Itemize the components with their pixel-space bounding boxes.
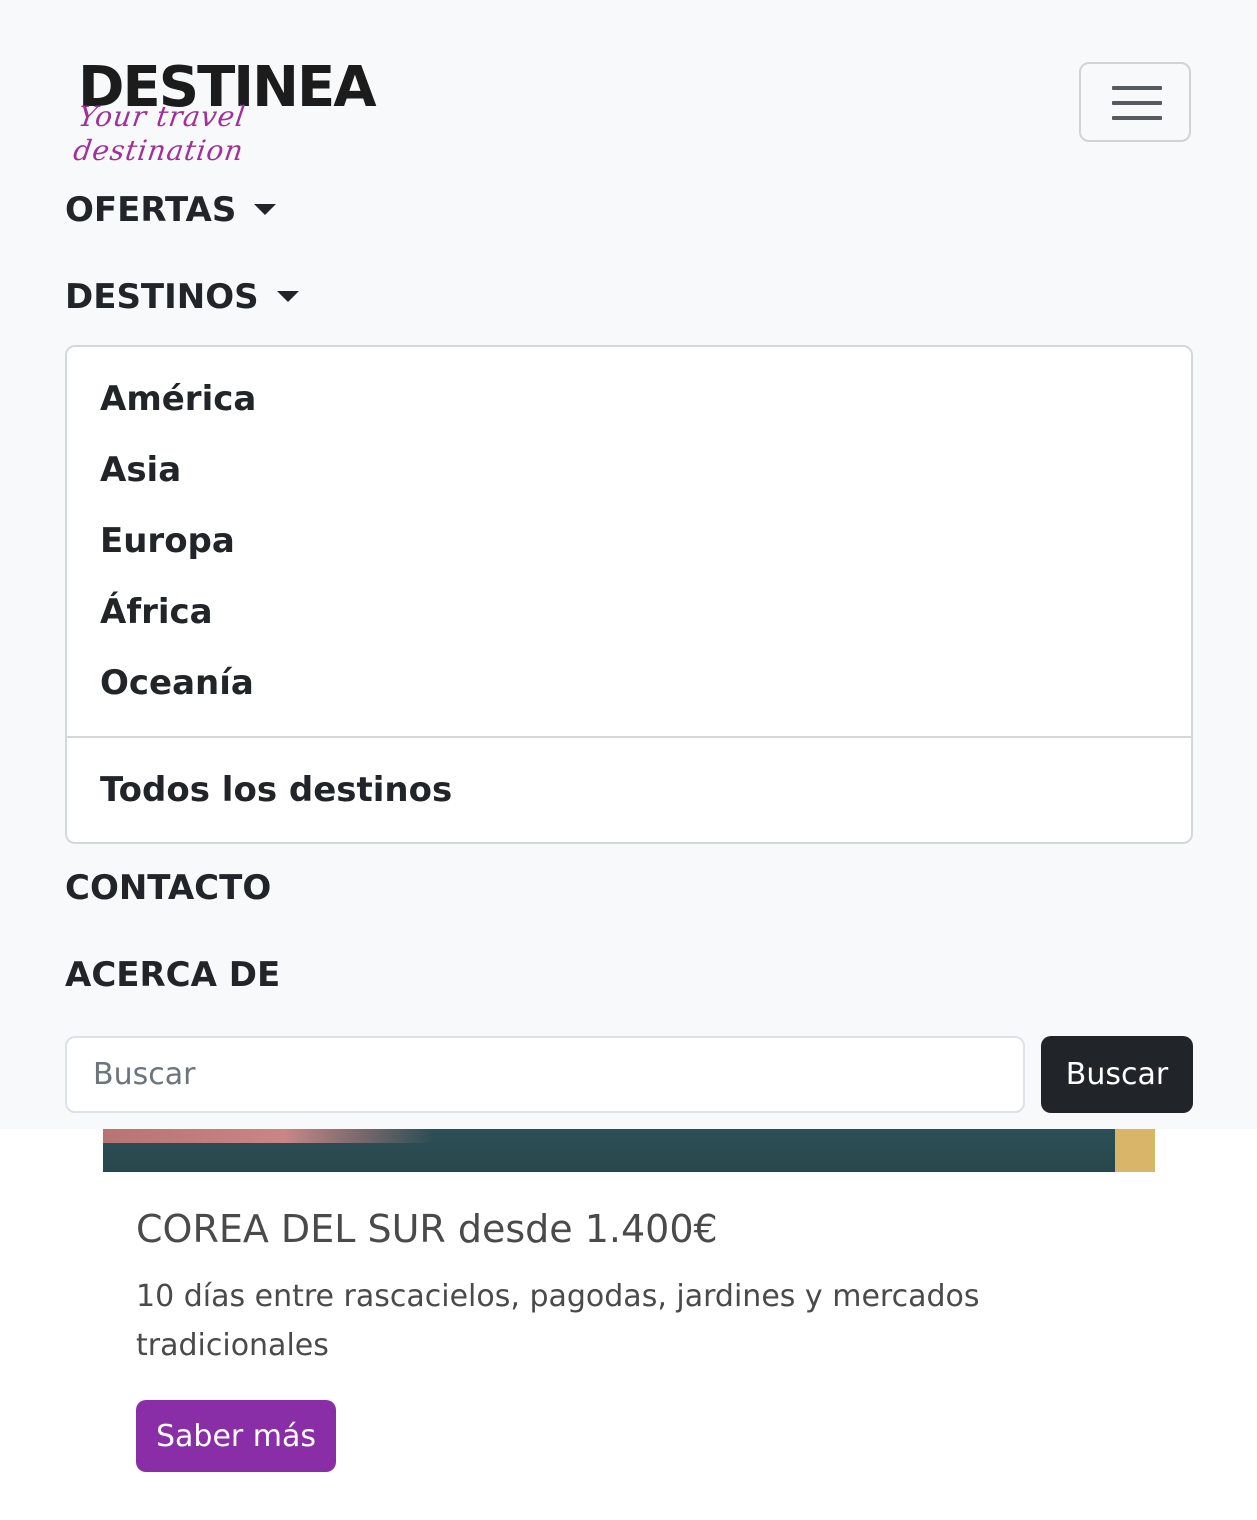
search-input[interactable]	[65, 1036, 1025, 1113]
dropdown-item-asia[interactable]: Asia	[100, 450, 181, 490]
nav-item-destinos[interactable]: DESTINOS	[65, 277, 299, 317]
card-title: COREA DEL SUR desde 1.400€	[136, 1207, 718, 1251]
card-image	[103, 1129, 1155, 1172]
hamburger-icon-line	[1112, 101, 1162, 105]
nav-item-label: ACERCA DE	[65, 955, 281, 995]
card-image-highlight	[103, 1129, 433, 1143]
nav-item-label: DESTINOS	[65, 277, 259, 317]
nav-item-label: CONTACTO	[65, 868, 272, 908]
saber-mas-button[interactable]: Saber más	[136, 1400, 336, 1472]
dropdown-item-todos-los-destinos[interactable]: Todos los destinos	[100, 770, 452, 810]
card-text: 10 días entre rascacielos, pagodas, jard…	[136, 1279, 980, 1363]
caret-down-icon	[254, 204, 277, 215]
hamburger-icon	[1112, 86, 1162, 90]
dropdown-item-africa[interactable]: África	[100, 592, 213, 632]
caret-down-icon	[276, 291, 299, 302]
nav-item-contacto[interactable]: CONTACTO	[65, 868, 271, 908]
navbar: DESTINEA Your travel destination OFERTAS…	[0, 0, 1257, 1129]
dropdown-item-europa[interactable]: Europa	[100, 521, 235, 561]
nav-item-ofertas[interactable]: OFERTAS	[65, 190, 277, 230]
search-button[interactable]: Buscar	[1041, 1036, 1193, 1113]
dropdown-divider	[67, 736, 1191, 738]
brand-logo[interactable]: DESTINEA Your travel destination	[64, 56, 384, 168]
navbar-toggler-button[interactable]	[1079, 62, 1191, 142]
nav-item-acerca-de[interactable]: ACERCA DE	[65, 955, 280, 995]
card-image-sign	[1115, 1129, 1155, 1172]
destinos-dropdown-menu: América Asia Europa África Oceanía Todos…	[65, 345, 1193, 844]
nav-item-label: OFERTAS	[65, 190, 237, 230]
hamburger-icon-line	[1112, 116, 1162, 120]
dropdown-item-oceania[interactable]: Oceanía	[100, 663, 254, 703]
brand-tagline: Your travel destination	[71, 100, 248, 167]
dropdown-item-america[interactable]: América	[100, 379, 256, 419]
